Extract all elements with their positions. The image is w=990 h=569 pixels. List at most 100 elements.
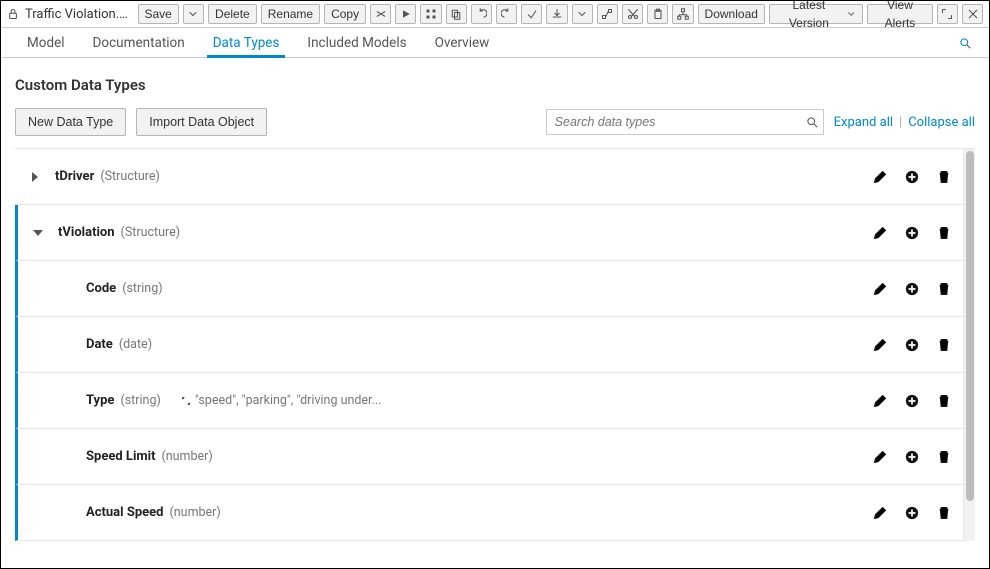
- add-icon[interactable]: [905, 338, 919, 352]
- data-type-name: tViolation: [58, 225, 115, 240]
- grid-icon-button[interactable]: [420, 4, 441, 24]
- delete-icon[interactable]: [937, 170, 951, 184]
- add-icon[interactable]: [905, 506, 919, 520]
- field-constraint: "speed", "parking", "driving under...: [181, 393, 382, 408]
- field-row-code[interactable]: Code (string): [15, 261, 963, 317]
- field-row-actual-speed[interactable]: Actual Speed (number): [15, 485, 963, 541]
- edit-icon[interactable]: [873, 170, 887, 184]
- row-actions: [873, 282, 951, 296]
- window-title: Traffic Violation.dmn - DMN: [25, 7, 132, 22]
- edit-icon[interactable]: [873, 282, 887, 296]
- check-icon-button[interactable]: [521, 4, 542, 24]
- rename-button[interactable]: Rename: [261, 4, 320, 24]
- field-row-speed-limit[interactable]: Speed Limit (number): [15, 429, 963, 485]
- window-title-wrap: Traffic Violation.dmn - DMN: [7, 7, 132, 22]
- add-icon[interactable]: [905, 282, 919, 296]
- export-dropdown-button[interactable]: [572, 4, 593, 24]
- search-icon: [806, 116, 818, 128]
- play-icon-button[interactable]: [395, 4, 416, 24]
- save-dropdown-button[interactable]: [183, 4, 204, 24]
- redo-icon-button[interactable]: [496, 4, 517, 24]
- expand-window-icon-button[interactable]: [937, 4, 958, 24]
- collapse-all-link[interactable]: Collapse all: [908, 115, 975, 130]
- tab-included-models[interactable]: Included Models: [293, 28, 420, 58]
- latest-version-label: Latest Version: [776, 0, 842, 32]
- row-actions: [873, 506, 951, 520]
- row-actions: [873, 394, 951, 408]
- field-name: Actual Speed: [86, 505, 164, 520]
- lock-icon: [7, 8, 19, 20]
- export-icon-button[interactable]: [546, 4, 567, 24]
- edit-icon[interactable]: [873, 394, 887, 408]
- data-type-row-tviolation[interactable]: tViolation (Structure): [15, 205, 963, 261]
- expand-collapse-separator: |: [899, 115, 902, 130]
- new-data-type-button[interactable]: New Data Type: [15, 108, 126, 136]
- data-type-row-tdriver[interactable]: tDriver (Structure): [15, 149, 963, 205]
- close-window-icon-button[interactable]: [962, 4, 983, 24]
- tab-overview[interactable]: Overview: [421, 28, 504, 58]
- data-types-body: Custom Data Types New Data Type Import D…: [1, 58, 989, 541]
- field-row-date[interactable]: Date (date): [15, 317, 963, 373]
- copy-button[interactable]: Copy: [324, 4, 366, 24]
- latest-version-button[interactable]: Latest Version: [769, 4, 863, 24]
- section-title: Custom Data Types: [15, 76, 975, 94]
- scrollbar-thumb[interactable]: [966, 151, 974, 501]
- data-type-kind: (Structure): [121, 225, 181, 240]
- expand-toggle[interactable]: [18, 230, 58, 236]
- field-type: (number): [161, 449, 212, 464]
- field-row-type[interactable]: Type (string) "speed", "parking", "drivi…: [15, 373, 963, 429]
- delete-icon[interactable]: [937, 450, 951, 464]
- field-type: (string): [120, 393, 160, 408]
- expand-all-link[interactable]: Expand all: [834, 115, 893, 130]
- edit-icon[interactable]: [873, 506, 887, 520]
- data-type-kind: (Structure): [100, 169, 160, 184]
- save-button-label: Save: [145, 5, 172, 23]
- delete-icon[interactable]: [937, 394, 951, 408]
- row-actions: [873, 450, 951, 464]
- field-name: Speed Limit: [86, 449, 155, 464]
- controls-row: New Data Type Import Data Object Expand …: [15, 108, 975, 136]
- delete-icon[interactable]: [937, 226, 951, 240]
- data-types-list: tDriver (Structure) tViol: [15, 148, 975, 541]
- field-type: (string): [122, 281, 162, 296]
- tab-data-types[interactable]: Data Types: [199, 28, 294, 58]
- copy-icon-button[interactable]: [446, 4, 467, 24]
- add-icon[interactable]: [905, 226, 919, 240]
- search-input[interactable]: [546, 109, 824, 135]
- add-icon[interactable]: [905, 394, 919, 408]
- expand-toggle[interactable]: [15, 172, 55, 182]
- undo-icon-button[interactable]: [471, 4, 492, 24]
- field-name: Date: [86, 337, 113, 352]
- add-icon[interactable]: [905, 450, 919, 464]
- search-wrap: [546, 109, 824, 135]
- row-actions: [873, 170, 951, 184]
- delete-icon[interactable]: [937, 282, 951, 296]
- tab-documentation[interactable]: Documentation: [79, 28, 199, 58]
- delete-button[interactable]: Delete: [208, 4, 257, 24]
- link-icon-button[interactable]: [597, 4, 618, 24]
- add-icon[interactable]: [905, 170, 919, 184]
- window-toolbar: Traffic Violation.dmn - DMN Save Delete …: [1, 1, 989, 28]
- save-button[interactable]: Save: [138, 4, 179, 24]
- field-name: Code: [86, 281, 116, 296]
- vertical-scrollbar[interactable]: [963, 149, 975, 541]
- row-actions: [873, 338, 951, 352]
- hierarchy-icon-button[interactable]: [672, 4, 693, 24]
- edit-icon[interactable]: [873, 450, 887, 464]
- view-alerts-button[interactable]: View Alerts: [867, 4, 933, 24]
- import-data-object-button[interactable]: Import Data Object: [136, 108, 267, 136]
- edit-icon[interactable]: [873, 226, 887, 240]
- edit-icon[interactable]: [873, 338, 887, 352]
- clipboard-icon-button[interactable]: [647, 4, 668, 24]
- cut-icon-button[interactable]: [622, 4, 643, 24]
- field-type: (date): [119, 337, 152, 352]
- tab-search-button[interactable]: [953, 37, 977, 49]
- delete-icon[interactable]: [937, 338, 951, 352]
- data-types-scroll-area: tDriver (Structure) tViol: [15, 149, 963, 541]
- download-button[interactable]: Download: [698, 4, 765, 24]
- tab-model[interactable]: Model: [13, 28, 79, 58]
- delete-icon[interactable]: [937, 506, 951, 520]
- row-actions: [873, 226, 951, 240]
- validate-icon-button[interactable]: [370, 4, 391, 24]
- editor-tabs: Model Documentation Data Types Included …: [1, 28, 989, 58]
